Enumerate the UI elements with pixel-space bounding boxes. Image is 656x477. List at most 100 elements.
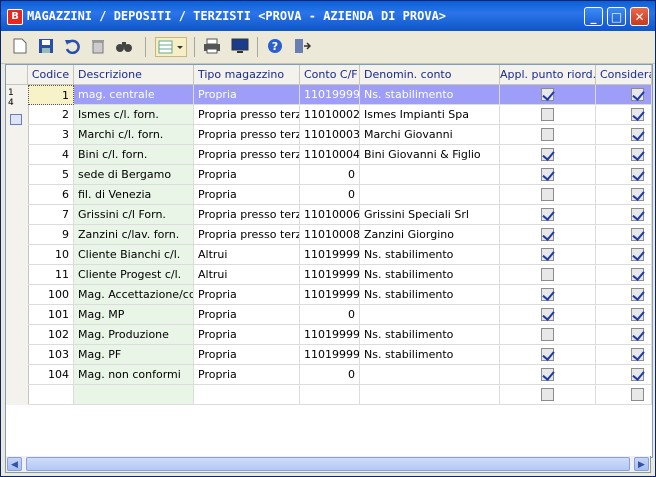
considera-checkbox[interactable] [631,188,644,201]
cell-descrizione[interactable]: Bini c/l. forn. [74,145,194,165]
cell-descrizione[interactable]: fil. di Venezia [74,185,194,205]
cell-conto[interactable]: 0 [300,365,360,385]
delete-icon[interactable] [87,37,109,57]
considera-checkbox[interactable] [631,328,644,341]
cell-denomin[interactable] [360,305,500,325]
cell-descrizione[interactable]: Mag. Produzione [74,325,194,345]
cell-conto[interactable]: 11010003 [300,125,360,145]
appl-checkbox[interactable] [541,368,554,381]
cell-descrizione[interactable]: Grissini c/l Forn. [74,205,194,225]
cell-codice[interactable]: 100 [28,285,74,305]
horizontal-scrollbar[interactable]: ◀ ▶ [5,456,651,473]
cell-tipo[interactable]: Propria [194,365,300,385]
cell-descrizione[interactable]: Mag. PF [74,345,194,365]
cell-denomin[interactable]: Grissini Speciali Srl [360,205,500,225]
table-row[interactable]: 2 Ismes c/l. forn. Propria presso terzi 110… [28,105,652,125]
cell-descrizione[interactable]: Ismes c/l. forn. [74,105,194,125]
cell-conto[interactable]: 11010008 [300,225,360,245]
cell-conto[interactable]: 0 [300,305,360,325]
cell-codice[interactable]: 1 [28,85,74,105]
table-row[interactable] [28,385,652,405]
cell-descrizione[interactable]: Mag. Accettazione/cq [74,285,194,305]
cell-denomin[interactable] [360,365,500,385]
cell-tipo[interactable]: Altrui [194,265,300,285]
cell-descrizione[interactable]: mag. centrale [74,85,194,105]
cell-descrizione[interactable] [74,385,194,405]
table-row[interactable]: 3 Marchi c/l. forn. Propria presso terzi 11… [28,125,652,145]
cell-tipo[interactable]: Propria presso terzi [194,205,300,225]
cell-denomin[interactable]: Ns. stabilimento [360,245,500,265]
cell-tipo[interactable]: Propria [194,325,300,345]
appl-checkbox[interactable] [541,348,554,361]
considera-checkbox[interactable] [631,88,644,101]
table-row[interactable]: 11 Cliente Progest c/l. Altrui 11019999 Ns. … [28,265,652,285]
cell-tipo[interactable]: Propria presso terzi [194,225,300,245]
table-row[interactable]: 9 Zanzini c/lav. forn. Propria presso terz… [28,225,652,245]
cell-codice[interactable]: 101 [28,305,74,325]
appl-checkbox[interactable] [541,228,554,241]
print-icon[interactable] [201,37,223,57]
cell-tipo[interactable]: Propria presso terzi [194,145,300,165]
cell-descrizione[interactable]: Marchi c/l. forn. [74,125,194,145]
table-row[interactable]: 102 Mag. Produzione Propria 11019999 Ns. sta… [28,325,652,345]
cell-denomin[interactable]: Ns. stabilimento [360,325,500,345]
cell-codice[interactable]: 11 [28,265,74,285]
table-row[interactable]: 1 mag. centrale Propria 11019999 Ns. stabili… [28,85,652,105]
considera-checkbox[interactable] [631,288,644,301]
maximize-button[interactable]: □ [607,7,626,26]
undo-icon[interactable] [61,37,83,57]
find-icon[interactable] [113,37,135,57]
save-icon[interactable] [35,37,57,57]
cell-codice[interactable]: 9 [28,225,74,245]
cell-denomin[interactable]: Ns. stabilimento [360,85,500,105]
considera-checkbox[interactable] [631,168,644,181]
cell-tipo[interactable]: Propria [194,85,300,105]
cell-codice[interactable] [28,385,74,405]
cell-tipo[interactable] [194,385,300,405]
grid-options-icon[interactable] [155,37,187,57]
cell-denomin[interactable] [360,385,500,405]
considera-checkbox[interactable] [631,348,644,361]
considera-checkbox[interactable] [631,148,644,161]
column-header-codice[interactable]: Codice [28,65,74,85]
cell-codice[interactable]: 2 [28,105,74,125]
help-icon[interactable]: ? [264,37,286,57]
table-row[interactable]: 100 Mag. Accettazione/cq Propria 11019999 Ns… [28,285,652,305]
close-button[interactable]: ✕ [630,7,649,26]
column-header-considera[interactable]: Considera [596,65,652,85]
considera-checkbox[interactable] [631,268,644,281]
cell-descrizione[interactable]: sede di Bergamo [74,165,194,185]
cell-denomin[interactable]: Zanzini Giorgino [360,225,500,245]
cell-conto[interactable]: 11010004 [300,145,360,165]
new-icon[interactable] [9,37,31,57]
table-row[interactable]: 4 Bini c/l. forn. Propria presso terzi 1101… [28,145,652,165]
scroll-left-button[interactable]: ◀ [7,457,22,471]
appl-checkbox[interactable] [541,208,554,221]
cell-conto[interactable]: 11019999 [300,265,360,285]
cell-tipo[interactable]: Propria presso terzi [194,125,300,145]
considera-checkbox[interactable] [631,368,644,381]
cell-conto[interactable]: 11019999 [300,285,360,305]
cell-codice[interactable]: 3 [28,125,74,145]
cell-denomin[interactable]: Marchi Giovanni [360,125,500,145]
cell-denomin[interactable] [360,165,500,185]
scroll-thumb[interactable] [26,457,630,471]
appl-checkbox[interactable] [541,288,554,301]
table-row[interactable]: 104 Mag. non conformi Propria 0 [28,365,652,385]
considera-checkbox[interactable] [631,388,644,401]
cell-tipo[interactable]: Propria [194,285,300,305]
cell-conto[interactable]: 11010002 [300,105,360,125]
cell-descrizione[interactable]: Zanzini c/lav. forn. [74,225,194,245]
cell-conto[interactable]: 0 [300,165,360,185]
cell-codice[interactable]: 104 [28,365,74,385]
cell-tipo[interactable]: Altrui [194,245,300,265]
record-navigator-icon[interactable] [10,114,22,125]
cell-codice[interactable]: 10 [28,245,74,265]
cell-denomin[interactable]: Ismes Impianti Spa [360,105,500,125]
column-header-denomin[interactable]: Denomin. conto [360,65,500,85]
table-row[interactable]: 5 sede di Bergamo Propria 0 [28,165,652,185]
warehouse-grid[interactable]: Codice Descrizione Tipo magazzino Conto … [5,64,653,458]
cell-codice[interactable]: 6 [28,185,74,205]
considera-checkbox[interactable] [631,108,644,121]
table-row[interactable]: 7 Grissini c/l Forn. Propria presso terzi 1… [28,205,652,225]
